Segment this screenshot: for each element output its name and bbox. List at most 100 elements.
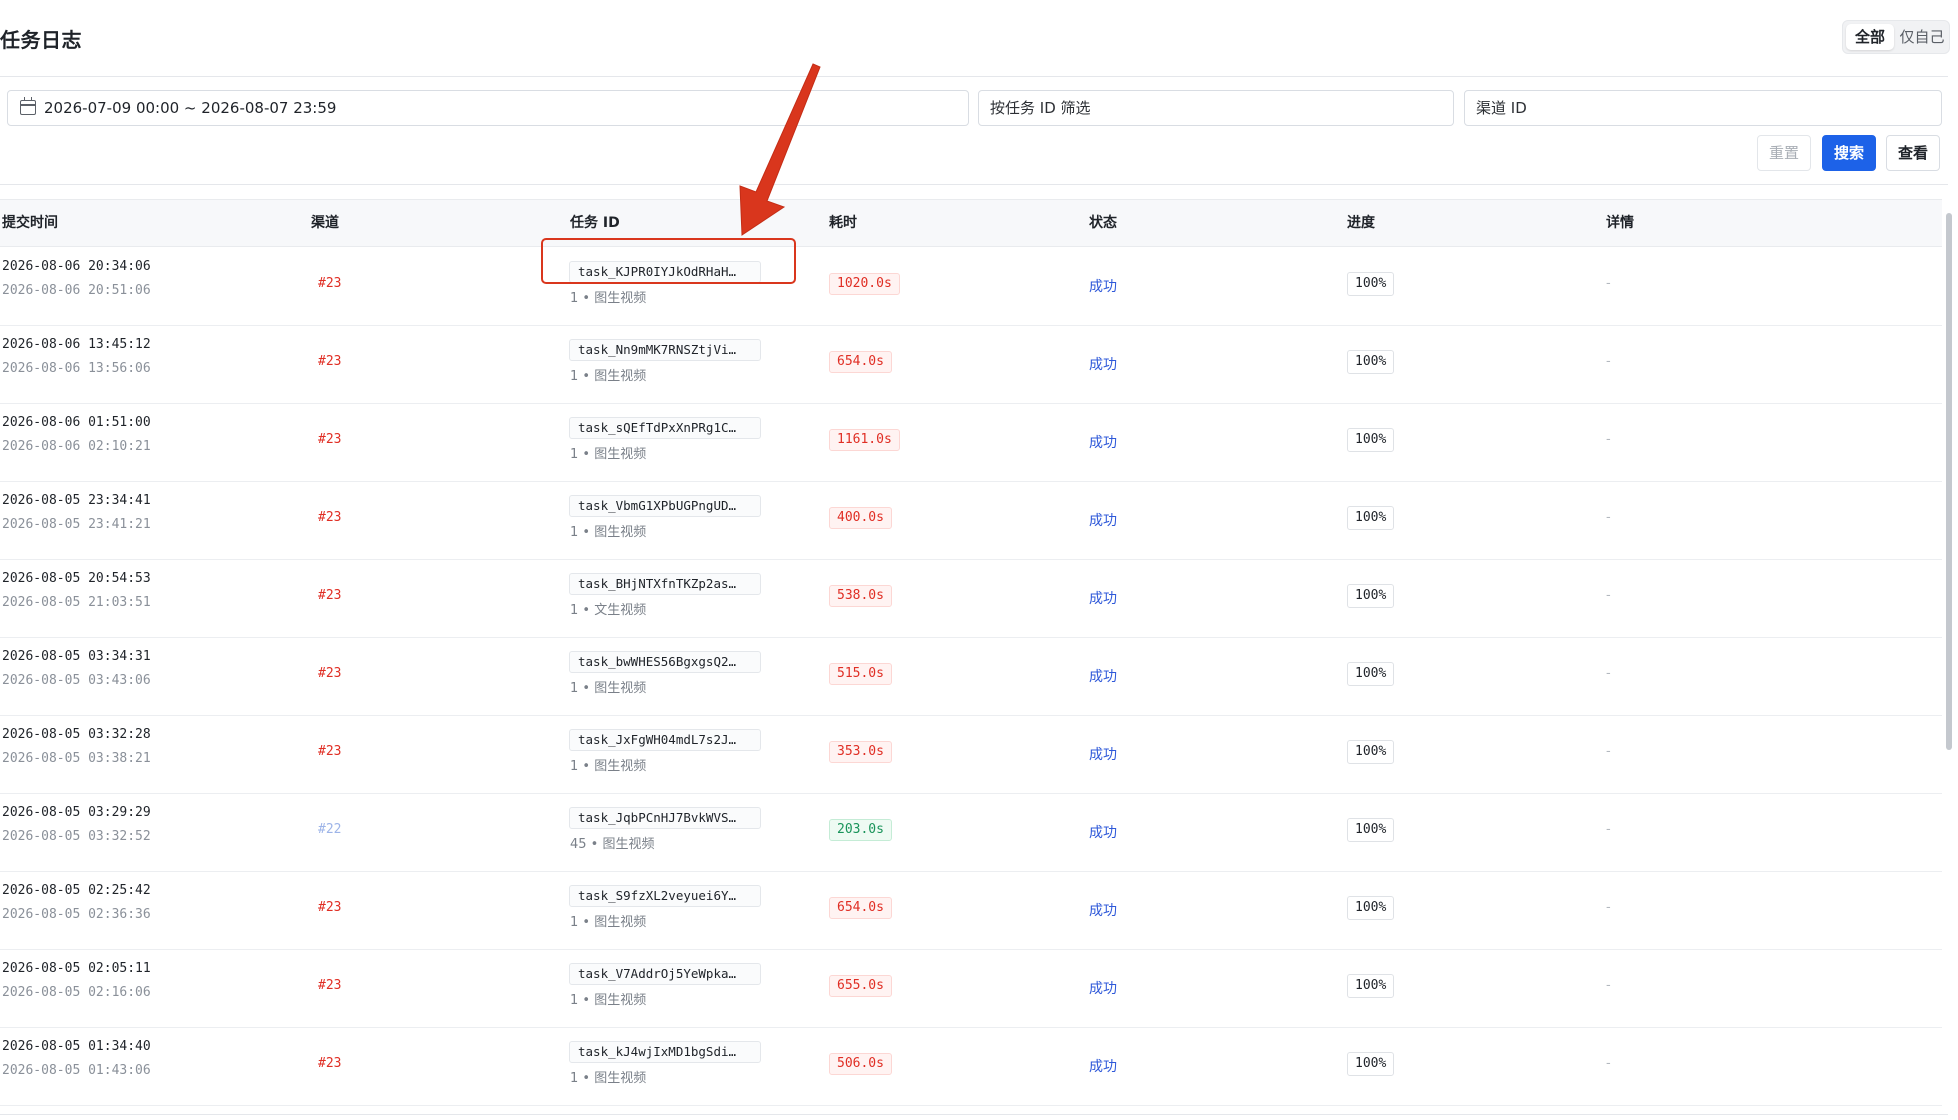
- date-range-picker[interactable]: 2026-07-09 00:00 ~ 2026-08-07 23:59: [7, 90, 969, 126]
- channel-link[interactable]: #23: [318, 666, 341, 681]
- table-row[interactable]: 2026-08-05 23:34:41 2026-08-05 23:41:21 #2…: [0, 481, 1942, 560]
- duration-badge: 353.0s: [829, 741, 892, 763]
- date-range-value: 2026-07-09 00:00 ~ 2026-08-07 23:59: [44, 99, 337, 117]
- channel-id-filter-input[interactable]: 渠道 ID: [1464, 90, 1942, 126]
- calendar-icon: [20, 97, 36, 115]
- task-id-tag[interactable]: task_JxFgWH04mdL7s2J…: [569, 729, 761, 751]
- details-cell: -: [1606, 432, 1611, 447]
- task-id-tag[interactable]: task_kJ4wjIxMD1bgSdi…: [569, 1041, 761, 1063]
- channel-link[interactable]: #23: [318, 276, 341, 291]
- duration-badge: 538.0s: [829, 585, 892, 607]
- filter-divider: [0, 184, 1948, 185]
- task-id-tag[interactable]: task_sQEfTdPxXnPRg1C…: [569, 417, 761, 439]
- task-type: 1 • 图生视频: [570, 759, 647, 774]
- header-submit-time[interactable]: 提交时间: [2, 200, 58, 246]
- task-type: 1 • 图生视频: [570, 291, 647, 306]
- details-cell: -: [1606, 900, 1611, 915]
- table-row[interactable]: 2026-08-05 20:54:53 2026-08-05 21:03:51 #2…: [0, 559, 1942, 638]
- channel-link[interactable]: #23: [318, 588, 341, 603]
- progress-badge: 100%: [1347, 272, 1395, 296]
- status-badge: 成功: [1089, 279, 1117, 295]
- channel-link[interactable]: #23: [318, 978, 341, 993]
- progress-badge: 100%: [1347, 974, 1395, 998]
- channel-link[interactable]: #23: [318, 900, 341, 915]
- status-badge: 成功: [1089, 1059, 1117, 1075]
- scope-all-button[interactable]: 全部: [1846, 24, 1894, 50]
- task-type: 1 • 文生视频: [570, 603, 647, 618]
- status-badge: 成功: [1089, 357, 1117, 373]
- task-type: 1 • 图生视频: [570, 369, 647, 384]
- scope-toggle: 全部 仅自己: [1842, 20, 1950, 54]
- submit-time: 2026-08-06 01:51:00: [2, 415, 151, 430]
- progress-badge: 100%: [1347, 818, 1395, 842]
- details-cell: -: [1606, 276, 1611, 291]
- table-scrollbar[interactable]: [1946, 213, 1952, 750]
- header-status[interactable]: 状态: [1089, 200, 1117, 246]
- header-progress[interactable]: 进度: [1347, 200, 1375, 246]
- task-id-filter-input[interactable]: 按任务 ID 筛选: [978, 90, 1454, 126]
- table-row[interactable]: 2026-08-05 03:29:29 2026-08-05 03:32:52 #2…: [0, 793, 1942, 872]
- table-row[interactable]: 2026-08-05 01:34:40 2026-08-05 01:43:06 #2…: [0, 1027, 1942, 1106]
- task-id-tag[interactable]: task_bwWHES56BgxgsQ2…: [569, 651, 761, 673]
- details-cell: -: [1606, 666, 1611, 681]
- table-row[interactable]: 2026-08-05 03:32:28 2026-08-05 03:38:21 #2…: [0, 715, 1942, 794]
- submit-time: 2026-08-05 02:25:42: [2, 883, 151, 898]
- channel-link[interactable]: #23: [318, 1056, 341, 1071]
- progress-badge: 100%: [1347, 350, 1395, 374]
- table-row[interactable]: 2026-08-06 01:51:00 2026-08-06 02:10:21 #2…: [0, 403, 1942, 482]
- details-cell: -: [1606, 1056, 1611, 1071]
- submit-time: 2026-08-05 23:34:41: [2, 493, 151, 508]
- reset-button[interactable]: 重置: [1757, 135, 1811, 171]
- submit-time: 2026-08-05 01:34:40: [2, 1039, 151, 1054]
- task-type: 1 • 图生视频: [570, 681, 647, 696]
- task-id-tag[interactable]: task_V7AddrOj5YeWpka…: [569, 963, 761, 985]
- task-id-tag[interactable]: task_BHjNTXfnTKZp2as…: [569, 573, 761, 595]
- task-id-tag[interactable]: task_JqbPCnHJ7BvkWVS…: [569, 807, 761, 829]
- duration-badge: 400.0s: [829, 507, 892, 529]
- channel-link[interactable]: #23: [318, 744, 341, 759]
- duration-badge: 1020.0s: [829, 273, 900, 295]
- header-channel[interactable]: 渠道: [311, 200, 339, 246]
- table-row[interactable]: 2026-08-05 03:34:31 2026-08-05 03:43:06 #2…: [0, 637, 1942, 716]
- footer-divider: [0, 1114, 1948, 1115]
- task-type: 1 • 图生视频: [570, 1071, 647, 1086]
- status-badge: 成功: [1089, 435, 1117, 451]
- finish-time: 2026-08-06 13:56:06: [2, 361, 151, 376]
- view-button[interactable]: 查看: [1886, 135, 1940, 171]
- header-details[interactable]: 详情: [1606, 200, 1634, 246]
- details-cell: -: [1606, 978, 1611, 993]
- status-badge: 成功: [1089, 825, 1117, 841]
- header-duration[interactable]: 耗时: [829, 200, 857, 246]
- status-badge: 成功: [1089, 669, 1117, 685]
- finish-time: 2026-08-05 01:43:06: [2, 1063, 151, 1078]
- channel-link[interactable]: #23: [318, 432, 341, 447]
- finish-time: 2026-08-05 02:36:36: [2, 907, 151, 922]
- table-row[interactable]: 2026-08-06 20:34:06 2026-08-06 20:51:06 #2…: [0, 247, 1942, 326]
- channel-link[interactable]: #23: [318, 510, 341, 525]
- table-row[interactable]: 2026-08-06 13:45:12 2026-08-06 13:56:06 #2…: [0, 325, 1942, 404]
- task-type: 1 • 图生视频: [570, 447, 647, 462]
- details-cell: -: [1606, 744, 1611, 759]
- duration-badge: 654.0s: [829, 351, 892, 373]
- task-type: 1 • 图生视频: [570, 525, 647, 540]
- channel-link[interactable]: #23: [318, 354, 341, 369]
- task-id-tag[interactable]: task_S9fzXL2veyuei6Y…: [569, 885, 761, 907]
- finish-time: 2026-08-05 23:41:21: [2, 517, 151, 532]
- duration-badge: 654.0s: [829, 897, 892, 919]
- channel-link[interactable]: #22: [318, 822, 341, 837]
- task-id-tag[interactable]: task_VbmG1XPbUGPngUD…: [569, 495, 761, 517]
- table-row[interactable]: 2026-08-05 02:25:42 2026-08-05 02:36:36 #2…: [0, 871, 1942, 950]
- finish-time: 2026-08-05 03:32:52: [2, 829, 151, 844]
- progress-badge: 100%: [1347, 896, 1395, 920]
- task-id-tag[interactable]: task_Nn9mMK7RNSZtjVi…: [569, 339, 761, 361]
- search-button[interactable]: 搜索: [1822, 135, 1876, 171]
- table-row[interactable]: 2026-08-05 02:05:11 2026-08-05 02:16:06 #2…: [0, 949, 1942, 1028]
- task-type: 1 • 图生视频: [570, 915, 647, 930]
- table-header: 提交时间 渠道 任务 ID 耗时 状态 进度 详情: [0, 200, 1942, 247]
- status-badge: 成功: [1089, 513, 1117, 529]
- task-type: 45 • 图生视频: [570, 837, 655, 852]
- status-badge: 成功: [1089, 981, 1117, 997]
- scope-mine-button[interactable]: 仅自己: [1897, 24, 1947, 50]
- duration-badge: 506.0s: [829, 1053, 892, 1075]
- submit-time: 2026-08-05 03:29:29: [2, 805, 151, 820]
